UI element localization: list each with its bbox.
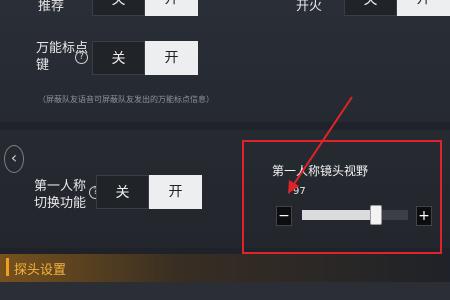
fov-slider-fill [302,210,377,220]
help-icon[interactable]: ? [75,51,88,64]
section-accent [6,258,9,276]
fire-on-button[interactable]: 开 [397,0,450,16]
fire-label: 开火 [296,0,323,14]
highlight-box [242,140,442,254]
fov-increase-button[interactable]: + [416,206,432,226]
fire-off-button[interactable]: 关 [344,0,397,16]
section-title: 探头设置 [14,263,67,278]
fov-slider-thumb[interactable] [370,205,383,225]
universal-marker-hint: （屏蔽队友语音可屏蔽队友发出的万能标点信息） [38,95,214,104]
universal-marker-on-button[interactable]: 开 [145,41,198,75]
first-person-off-button[interactable]: 关 [96,175,149,209]
bottom-strip [0,282,450,300]
fov-value: 97 [293,186,306,197]
recommend-label: 推荐 [38,0,65,14]
fov-decrease-button[interactable]: − [276,206,292,226]
fov-slider-track[interactable] [302,205,408,225]
fire-toggle[interactable]: 关 开 [344,0,450,16]
first-person-switch-label-line2: 切换功能 [34,196,87,211]
first-person-on-button[interactable]: 开 [149,175,202,209]
fov-title: 第一人称镜头视野 [272,164,369,178]
recommend-toggle[interactable]: 关 开 [92,0,198,16]
universal-marker-label-line2: 键 [36,58,50,73]
first-person-switch-label: 第一人称 [34,179,87,194]
universal-marker-toggle[interactable]: 关 开 [92,41,198,75]
universal-marker-off-button[interactable]: 关 [92,41,145,75]
recommend-off-button[interactable]: 关 [92,0,145,16]
back-chevron-icon[interactable]: ‹ [4,145,24,173]
recommend-on-button[interactable]: 开 [145,0,198,16]
section-header-bar [0,254,450,282]
first-person-switch-toggle[interactable]: 关 开 [96,175,202,209]
